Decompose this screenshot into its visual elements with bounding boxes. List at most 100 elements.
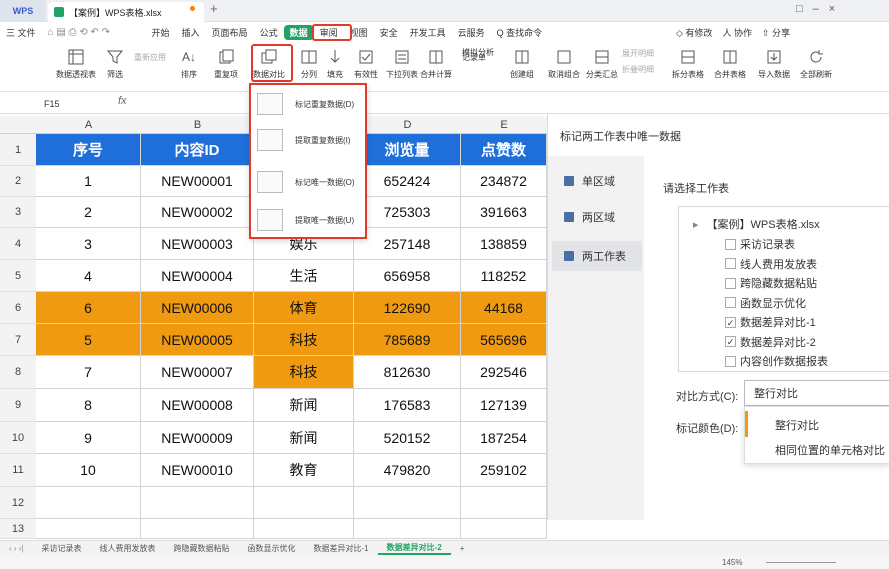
table-cell[interactable]: 10 — [36, 454, 141, 487]
checkbox-icon[interactable] — [725, 297, 736, 308]
table-cell[interactable]: NEW00009 — [141, 422, 254, 454]
option-cell-compare[interactable]: 相同位置的单元格对比 — [775, 442, 885, 458]
document-tab[interactable]: 【案例】WPS表格.xlsx — [48, 2, 204, 22]
checkbox-icon[interactable] — [725, 277, 736, 289]
table-cell[interactable] — [36, 519, 141, 539]
table-cell[interactable]: NEW00006 — [141, 292, 254, 324]
menu-security[interactable]: 安全 — [374, 22, 404, 42]
row-header[interactable]: 11 — [0, 454, 36, 487]
table-header-cell[interactable]: 内容ID — [141, 134, 254, 166]
table-cell[interactable]: 138859 — [461, 228, 547, 260]
mark-unique-item[interactable]: 标记唯一数据(O) — [257, 171, 355, 193]
wps-logo[interactable]: WPS — [0, 0, 46, 22]
table-cell[interactable]: 4 — [36, 260, 141, 292]
sheet-checkbox-item[interactable]: 跨隐藏数据粘贴 — [725, 275, 817, 291]
name-box[interactable]: F15 — [24, 96, 104, 112]
filter-button[interactable]: 筛选 — [106, 48, 124, 80]
table-cell[interactable]: 725303 — [354, 197, 461, 228]
column-header-col-a[interactable]: A — [36, 116, 141, 134]
zoom-slider[interactable] — [766, 562, 836, 563]
share-button[interactable]: ⇧ 分享 — [762, 26, 790, 39]
table-cell[interactable]: 652424 — [354, 166, 461, 197]
sheet-checkbox-item[interactable]: 线人费用发放表 — [725, 256, 817, 272]
workbook-node[interactable]: ▸ 【案例】WPS表格.xlsx — [693, 216, 820, 232]
duplicates-button[interactable]: 重复项 — [214, 48, 238, 80]
row-header[interactable]: 3 — [0, 197, 36, 228]
table-cell[interactable] — [354, 487, 461, 519]
table-header-cell[interactable]: 浏览量 — [354, 134, 461, 166]
simulation-button[interactable]: 模拟分析 — [462, 47, 494, 58]
table-cell[interactable]: NEW00008 — [141, 389, 254, 422]
menu-developer[interactable]: 开发工具 — [404, 22, 452, 42]
table-cell[interactable]: NEW00002 — [141, 197, 254, 228]
split-table-button[interactable]: 拆分表格 — [672, 48, 704, 80]
consolidate-button[interactable]: 合并计算 — [420, 48, 452, 80]
expand-detail-button[interactable]: 展开明细 — [622, 48, 654, 59]
table-cell[interactable]: 3 — [36, 228, 141, 260]
menu-file[interactable]: 三 文件 — [0, 22, 42, 42]
row-header[interactable]: 6 — [0, 292, 36, 324]
table-cell[interactable]: 新闻 — [254, 389, 354, 422]
sheet-checkbox-item[interactable]: 采访记录表 — [725, 236, 795, 252]
sheet-tab[interactable]: 线人费用发放表 — [91, 543, 165, 554]
checked-checkbox-icon[interactable]: ✓ — [725, 336, 736, 347]
table-cell[interactable]: 391663 — [461, 197, 547, 228]
column-header-col-b[interactable]: B — [141, 116, 254, 134]
checkbox-icon[interactable] — [725, 258, 736, 269]
table-cell[interactable]: 520152 — [354, 422, 461, 454]
nav-two-ranges[interactable]: 两区域 — [552, 202, 642, 232]
table-header-cell[interactable]: 点赞数 — [461, 134, 547, 166]
sheet-tab[interactable]: 函数显示优化 — [239, 543, 305, 554]
menu-page-layout[interactable]: 页面布局 — [206, 22, 254, 42]
table-cell[interactable] — [36, 487, 141, 519]
table-cell[interactable]: 656958 — [354, 260, 461, 292]
table-cell[interactable]: 2 — [36, 197, 141, 228]
table-cell[interactable]: 6 — [36, 292, 141, 324]
table-cell[interactable]: 8 — [36, 389, 141, 422]
maximize-button[interactable]: □ — [796, 3, 803, 15]
table-cell[interactable] — [254, 487, 354, 519]
table-cell[interactable]: 176583 — [354, 389, 461, 422]
pivot-table-button[interactable]: 数据透视表 — [56, 48, 96, 80]
subtotal-button[interactable]: 分类汇总 — [586, 48, 618, 80]
row-header[interactable]: 9 — [0, 389, 36, 422]
create-group-button[interactable]: 创建组 — [510, 48, 534, 80]
row-header[interactable]: 10 — [0, 422, 36, 454]
table-cell[interactable]: NEW00005 — [141, 324, 254, 356]
table-cell[interactable]: 187254 — [461, 422, 547, 454]
table-cell[interactable]: 479820 — [354, 454, 461, 487]
row-header[interactable]: 1 — [0, 134, 36, 166]
import-data-button[interactable]: 导入数据 — [758, 48, 790, 80]
table-cell[interactable]: 565696 — [461, 324, 547, 356]
row-header[interactable]: 13 — [0, 519, 36, 539]
table-cell[interactable] — [461, 519, 547, 539]
table-cell[interactable]: 新闻 — [254, 422, 354, 454]
table-cell[interactable]: 785689 — [354, 324, 461, 356]
table-cell[interactable]: 教育 — [254, 454, 354, 487]
modify-status[interactable]: ◇ 有修改 — [676, 26, 712, 39]
row-header[interactable]: 2 — [0, 166, 36, 197]
table-cell[interactable] — [354, 519, 461, 539]
table-cell[interactable]: 812630 — [354, 356, 461, 389]
table-cell[interactable]: 118252 — [461, 260, 547, 292]
new-tab-button[interactable]: + — [210, 1, 218, 16]
table-cell[interactable]: 127139 — [461, 389, 547, 422]
add-sheet-button[interactable]: + — [451, 544, 474, 553]
table-cell[interactable]: NEW00001 — [141, 166, 254, 197]
table-cell[interactable]: NEW00010 — [141, 454, 254, 487]
fill-button[interactable]: 填充 — [326, 48, 344, 80]
table-header-cell[interactable]: 序号 — [36, 134, 141, 166]
close-button[interactable]: × — [829, 3, 835, 15]
table-cell[interactable] — [254, 519, 354, 539]
checked-checkbox-icon[interactable]: ✓ — [725, 316, 736, 328]
table-cell[interactable]: 44168 — [461, 292, 547, 324]
table-cell[interactable]: 生活 — [254, 260, 354, 292]
extract-unique-item[interactable]: 提取唯一数据(U) — [257, 209, 354, 231]
column-header-col-d[interactable]: D — [354, 116, 461, 134]
table-cell[interactable]: 234872 — [461, 166, 547, 197]
table-cell[interactable]: NEW00003 — [141, 228, 254, 260]
sheet-checkbox-item[interactable]: ✓ 数据差异对比-1 — [725, 314, 816, 330]
menu-data[interactable]: 数据 — [283, 25, 314, 40]
row-header[interactable]: 8 — [0, 356, 36, 389]
collapse-detail-button[interactable]: 折叠明细 — [622, 64, 654, 75]
